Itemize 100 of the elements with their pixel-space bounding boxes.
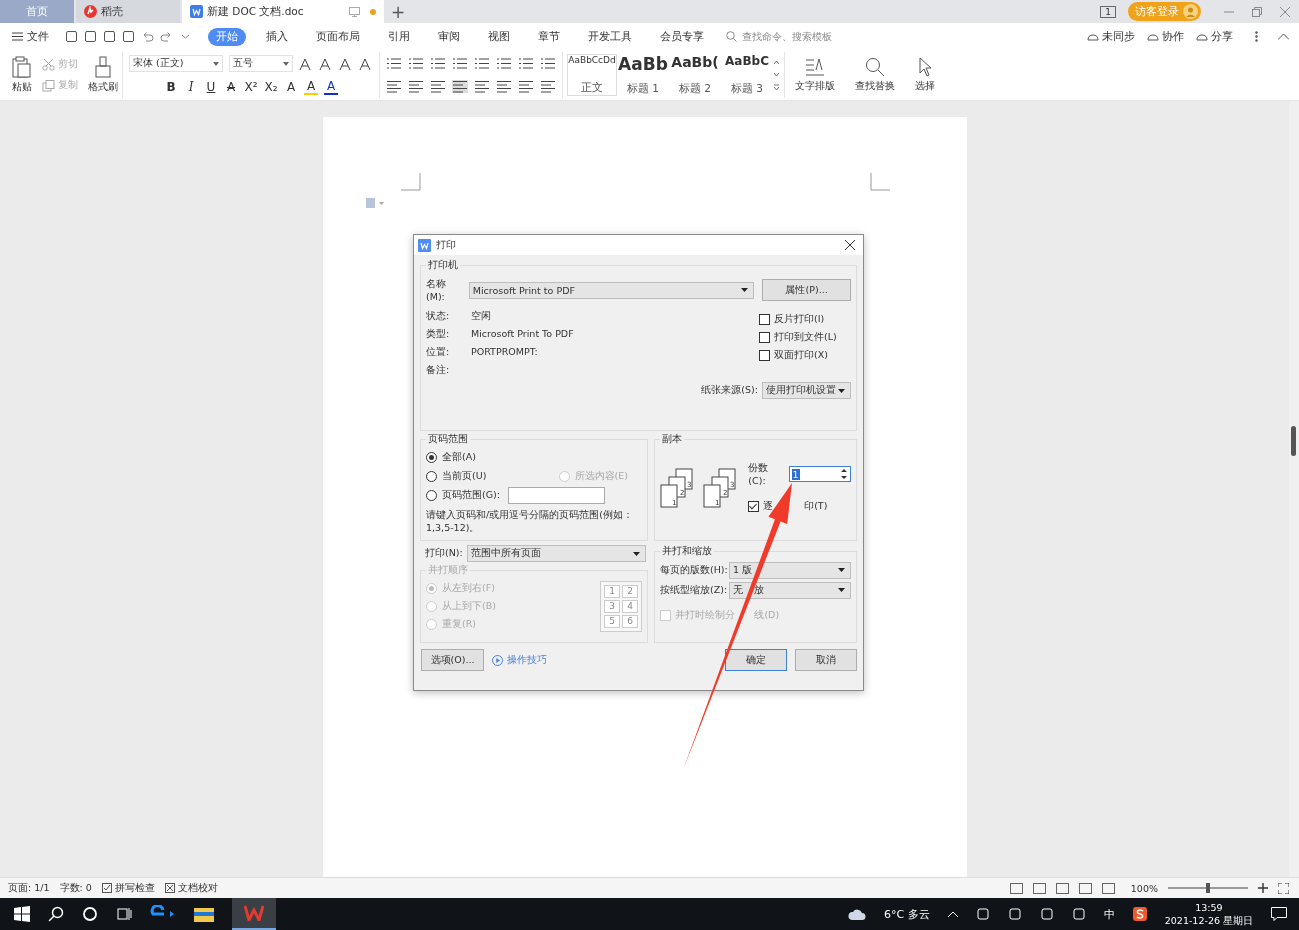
window-count-icon[interactable]: 1 <box>1100 5 1116 18</box>
document-tab[interactable]: 稻壳 <box>76 0 180 23</box>
checkbox[interactable] <box>759 349 770 361</box>
style-preset[interactable]: AaBb( 标题 2 <box>669 54 721 96</box>
grow-font-icon[interactable] <box>299 56 313 71</box>
more-icon[interactable] <box>1255 31 1258 42</box>
input-method-indicator[interactable]: 中 <box>1103 906 1115 922</box>
checkbox-label[interactable]: 逐 <box>763 499 774 513</box>
ribbon-tab[interactable]: 开发工具 <box>580 27 640 46</box>
bullet-list-icon[interactable] <box>386 57 402 70</box>
radio-option[interactable]: 全部(A) <box>426 451 476 464</box>
ribbon-tab[interactable]: 引用 <box>380 27 418 46</box>
scale-dropdown[interactable]: 无 放 <box>729 581 851 599</box>
font-size-dropdown[interactable]: 五号 <box>229 55 293 72</box>
format-button[interactable]: A <box>224 79 238 94</box>
format-button[interactable]: B <box>164 79 178 94</box>
checkbox[interactable] <box>759 313 770 325</box>
file-menu[interactable]: 文件 <box>12 29 49 44</box>
ribbon-tool-button[interactable]: 选择 <box>905 57 945 93</box>
group-label: 副本 <box>661 433 683 446</box>
proofread-button[interactable]: 文档校对 <box>164 881 218 895</box>
ribbon-tab[interactable]: 审阅 <box>430 27 468 46</box>
format-button[interactable]: A <box>284 79 298 94</box>
toolbar-action-button[interactable]: 未同步 <box>1087 29 1135 44</box>
paper-source-dropdown[interactable]: 使用打印机设置 <box>762 382 851 399</box>
align-left-icon[interactable] <box>386 80 402 93</box>
pages-per-sheet-dropdown[interactable]: 1 版 <box>729 561 851 579</box>
chevron-up-icon[interactable] <box>947 910 958 918</box>
zoom-in-icon[interactable] <box>1258 883 1268 893</box>
new-tab-button[interactable]: + <box>384 0 412 23</box>
justify-icon[interactable] <box>452 80 468 93</box>
ribbon-tab[interactable]: 章节 <box>530 27 568 46</box>
document-tab[interactable]: 新建 DOC 文档.doc <box>182 0 384 23</box>
format-button[interactable]: X² <box>244 79 258 94</box>
cancel-button[interactable]: 取消 <box>795 649 857 671</box>
zoom-slider-thumb[interactable] <box>1206 883 1210 893</box>
format-button[interactable]: A <box>324 78 338 95</box>
command-search-field[interactable]: 查找命令、搜索模板 <box>726 30 854 43</box>
redo-icon[interactable] <box>160 30 173 43</box>
radio-option[interactable]: 页码范围(G): <box>426 489 500 502</box>
options-button[interactable]: 选项(O)... <box>421 649 484 671</box>
font-name-dropdown[interactable]: 宋体 (正文) <box>129 55 223 72</box>
tips-link[interactable]: 操作技巧 <box>492 653 547 667</box>
printer-dropdown[interactable]: Microsoft Print to PDF <box>468 281 755 299</box>
page-range-hint: 请键入页码和/或用逗号分隔的页码范围(例如：1,3,5-12)。 <box>426 508 634 534</box>
ribbon-tab[interactable]: 会员专享 <box>652 27 712 46</box>
paste-button[interactable]: 粘贴 <box>8 56 36 94</box>
clock[interactable]: 13:59 2021-12-26 星期日 <box>1164 901 1253 927</box>
weather-text[interactable]: 6°C 多云 <box>884 906 930 922</box>
folder-icon[interactable] <box>194 906 214 922</box>
checkbox-label[interactable]: 反片打印(I) <box>774 312 825 326</box>
info-label: 状态: <box>426 310 451 323</box>
checkbox[interactable] <box>748 500 760 512</box>
ribbon-tool-button[interactable]: 查找替换 <box>845 57 905 93</box>
format-painter-button[interactable]: 格式刷 <box>84 56 122 94</box>
notification-icon[interactable] <box>1271 907 1287 921</box>
sogou-s-icon[interactable] <box>1132 907 1147 921</box>
caret-icon <box>283 61 289 66</box>
action-icon <box>1196 31 1208 42</box>
margin-corner-mark <box>400 173 421 191</box>
close-icon[interactable] <box>845 240 855 250</box>
format-button[interactable]: U <box>204 79 218 94</box>
format-button[interactable]: X₂ <box>264 79 278 94</box>
spell-check-button[interactable]: 拼写检查 <box>101 881 155 895</box>
ok-button[interactable]: 确定 <box>725 649 787 671</box>
vertical-scrollbar[interactable] <box>1289 101 1299 877</box>
zoom-level[interactable]: 100% <box>1130 882 1158 894</box>
caret-icon <box>838 588 845 592</box>
toolbar-action-button[interactable]: 协作 <box>1147 29 1184 44</box>
copies-spinner[interactable]: 1 <box>788 466 851 482</box>
checkbox-label[interactable]: 双面打印(X) <box>774 348 828 362</box>
radio-option[interactable]: 当前页(U) <box>426 470 487 483</box>
fullscreen-icon[interactable] <box>1278 882 1289 894</box>
toolbar-action-button[interactable]: 分享 <box>1196 29 1233 44</box>
circle-icon[interactable] <box>82 906 98 922</box>
field-label: 按纸型缩放(Z): <box>660 583 726 597</box>
properties-button[interactable]: 属性(P)... <box>762 279 851 301</box>
page-number-cell: 1 <box>604 584 620 598</box>
print-scope-dropdown[interactable]: 范围中所有页面 <box>466 545 646 562</box>
task-view-icon[interactable] <box>116 906 132 922</box>
dialog-title: 打印 <box>436 238 456 252</box>
checkbox-label[interactable]: 打印到文件(L) <box>774 330 837 344</box>
page-range-field[interactable] <box>508 487 605 504</box>
windows-logo-icon[interactable] <box>14 906 30 922</box>
restore-icon[interactable] <box>1252 6 1262 17</box>
style-preset[interactable]: AaBbC 标题 3 <box>721 54 773 96</box>
ribbon-tab[interactable]: 页面布局 <box>308 27 368 46</box>
checkbox[interactable] <box>759 331 770 343</box>
checkbox-label[interactable]: 印(T) <box>804 499 828 513</box>
ribbon-tab[interactable]: 视图 <box>480 27 518 46</box>
search-icon[interactable] <box>48 906 64 922</box>
gallery-scroll-icon[interactable] <box>773 58 780 92</box>
format-button[interactable]: I <box>184 79 198 94</box>
ribbon-tab[interactable]: 插入 <box>258 27 296 46</box>
format-button[interactable]: A <box>304 78 318 95</box>
style-preset[interactable]: AaBb 标题 1 <box>617 54 669 96</box>
taskbar-app-button[interactable] <box>232 898 276 930</box>
ribbon-tool-button[interactable]: 文字排版 <box>785 57 845 93</box>
undo-icon[interactable] <box>141 30 154 43</box>
style-preset[interactable]: AaBbCcDd 正文 <box>567 54 617 96</box>
